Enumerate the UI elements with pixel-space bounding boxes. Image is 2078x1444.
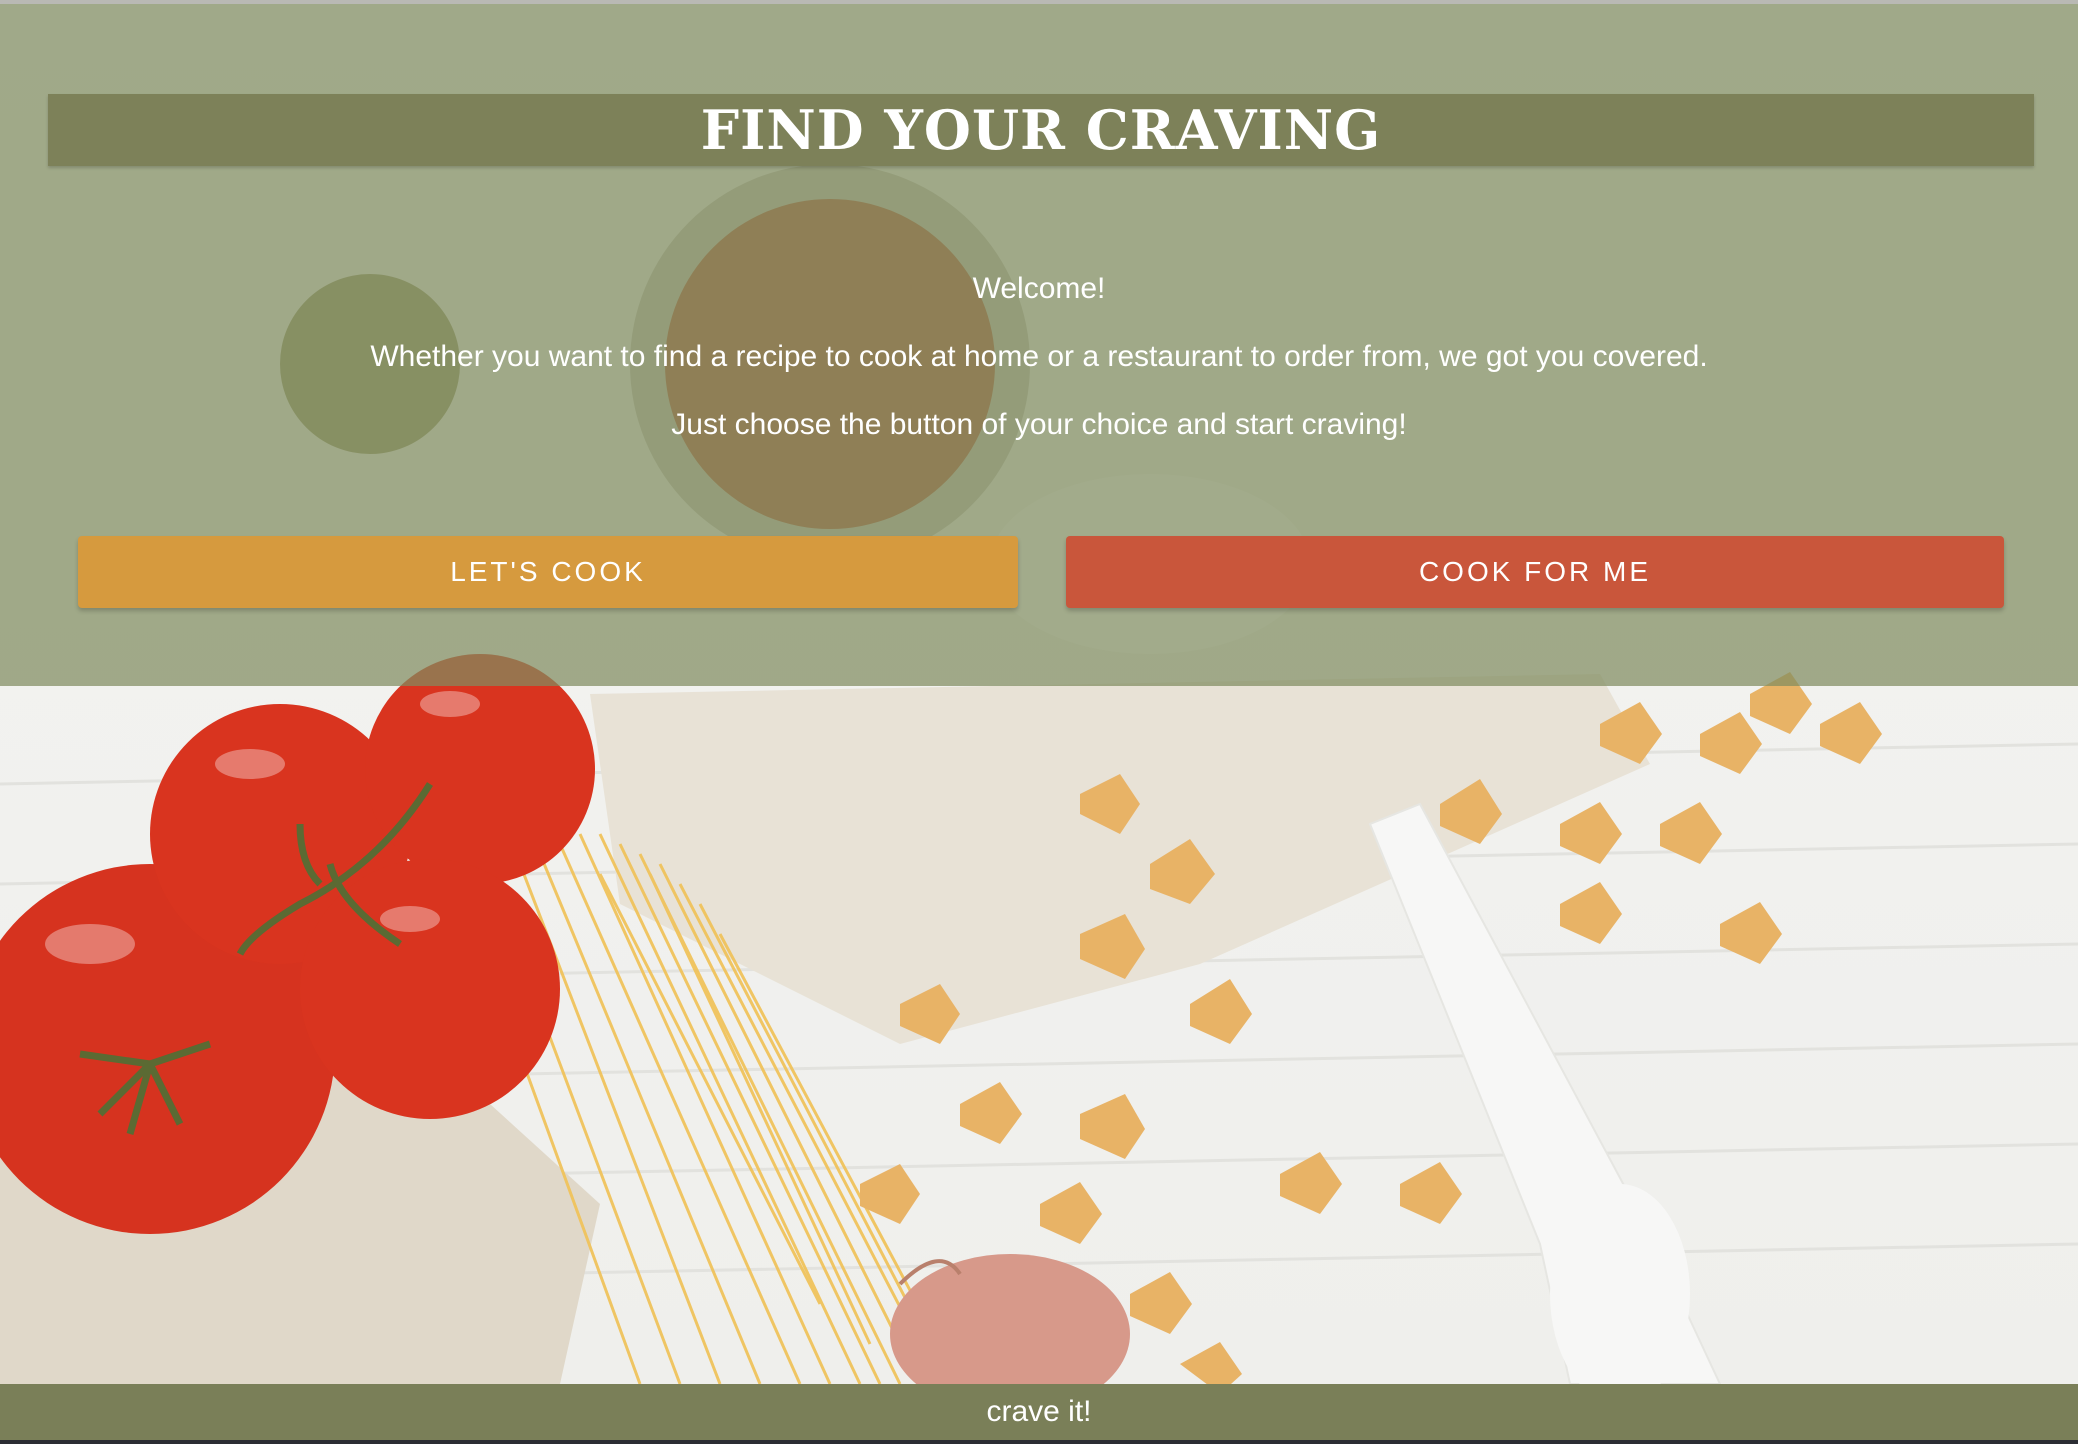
cook-for-me-button[interactable]: COOK FOR ME — [1066, 536, 2004, 608]
footer: crave it! — [0, 1384, 2078, 1440]
page: FIND YOUR CRAVING Welcome! Whether you w… — [0, 0, 2078, 1444]
page-title: FIND YOUR CRAVING — [700, 98, 1382, 162]
footer-tagline: crave it! — [986, 1395, 1092, 1428]
lets-cook-button[interactable]: LET'S COOK — [78, 536, 1018, 608]
welcome-text: Welcome! — [972, 272, 1106, 305]
title-banner: FIND YOUR CRAVING — [48, 94, 2034, 166]
bottom-edge — [0, 1440, 2078, 1444]
description-text: Whether you want to find a recipe to coo… — [370, 340, 1708, 373]
call-to-action-text: Just choose the button of your choice an… — [671, 408, 1407, 441]
intro-text: Welcome! Whether you want to find a reci… — [0, 266, 2078, 470]
